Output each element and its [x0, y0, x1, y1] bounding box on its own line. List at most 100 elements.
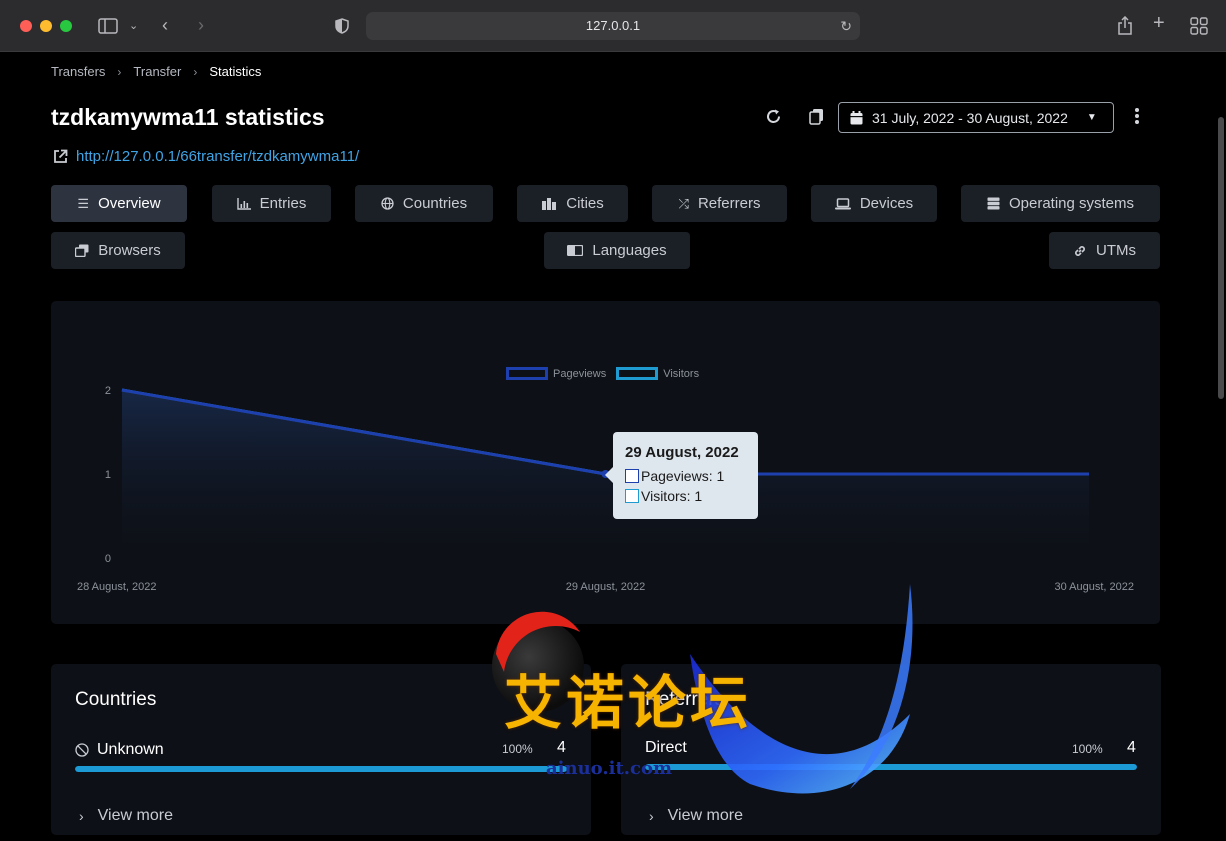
page-title: tzdkamywma11 statistics — [51, 104, 325, 130]
tooltip-row-visitors: Visitors: 1 — [625, 488, 746, 504]
chevron-right-icon: › — [117, 64, 122, 79]
referrers-row-label: Direct — [645, 739, 687, 756]
tab-cities-label: Cities — [566, 195, 604, 212]
tab-cities[interactable]: Cities — [517, 185, 628, 222]
browser-toolbar: ⌄ ‹ › 127.0.0.1 ↻ + — [0, 0, 1226, 52]
countries-progress-fill — [75, 766, 567, 772]
referrers-view-more[interactable]: › View more — [649, 807, 743, 825]
list-icon: ☰ — [77, 195, 90, 211]
back-icon[interactable]: ‹ — [162, 16, 168, 34]
countries-row-label: Unknown — [97, 741, 164, 758]
breadcrumb: Transfers › Transfer › Statistics — [51, 64, 261, 79]
referrers-progress-fill — [645, 764, 1137, 770]
countries-count: 4 — [557, 739, 566, 756]
referrers-card: Referrers Direct 100% 4 › View more — [621, 664, 1161, 835]
transfer-link[interactable]: http://127.0.0.1/66transfer/tzdkamywma11… — [53, 148, 359, 165]
shuffle-icon: ⤮ — [678, 195, 689, 211]
chevron-right-icon: › — [649, 808, 654, 824]
tooltip-swatch-pageviews — [625, 469, 639, 483]
calendar-icon — [850, 110, 863, 124]
shield-icon[interactable] — [335, 18, 349, 38]
language-icon — [567, 245, 584, 256]
countries-progress-bar — [75, 766, 567, 772]
countries-row[interactable]: Unknown — [75, 741, 164, 759]
copy-icon[interactable] — [809, 108, 824, 130]
x-tick-label: 29 August, 2022 — [566, 581, 646, 593]
more-options-icon[interactable] — [1134, 107, 1140, 130]
new-tab-icon[interactable]: + — [1153, 13, 1165, 33]
date-range-button[interactable]: 31 July, 2022 - 30 August, 2022 ▼ — [838, 102, 1114, 133]
sidebar-toggle-icon[interactable] — [98, 18, 118, 38]
address-bar[interactable]: 127.0.0.1 ↻ — [366, 12, 860, 40]
maximize-window-button[interactable] — [60, 20, 72, 32]
countries-percent: 100% — [502, 742, 533, 756]
share-icon[interactable] — [1117, 15, 1133, 40]
tooltip-row-pageviews: Pageviews: 1 — [625, 468, 746, 484]
refresh-icon[interactable] — [765, 108, 782, 130]
y-tick-label: 1 — [105, 469, 111, 481]
unknown-flag-icon — [75, 743, 89, 757]
tooltip-visitors-text: Visitors: 1 — [641, 488, 703, 504]
tab-devices[interactable]: Devices — [811, 185, 937, 222]
line-chart: 0 1 2 28 August, 2022 29 August, 2022 30 Augu… — [77, 385, 1134, 593]
tab-referrers-label: Referrers — [697, 195, 761, 212]
tooltip-arrow — [605, 467, 613, 483]
tab-utms[interactable]: UTMs — [1049, 232, 1160, 269]
tab-referrers[interactable]: ⤮ Referrers — [652, 185, 787, 222]
referrers-title: Referrers — [645, 689, 725, 710]
referrers-progress-bar — [645, 764, 1137, 770]
referrers-row[interactable]: Direct — [645, 739, 687, 757]
server-icon — [987, 197, 1000, 210]
link-icon — [1075, 245, 1085, 256]
minimize-window-button[interactable] — [40, 20, 52, 32]
tab-entries[interactable]: Entries — [212, 185, 331, 222]
tab-overview-icon[interactable] — [1190, 17, 1208, 39]
x-tick-label: 30 August, 2022 — [1054, 581, 1134, 593]
forward-icon[interactable]: › — [198, 16, 204, 34]
tooltip-pageviews-text: Pageviews: 1 — [641, 468, 725, 484]
caret-down-icon: ▼ — [1086, 112, 1097, 123]
page-content: Transfers › Transfer › Statistics tzdkam… — [0, 52, 1226, 841]
referrers-percent: 100% — [1072, 742, 1103, 756]
tab-countries-label: Countries — [402, 195, 468, 212]
y-tick-label: 2 — [105, 385, 111, 397]
y-tick-label: 0 — [105, 553, 111, 565]
transfer-link-text[interactable]: http://127.0.0.1/66transfer/tzdkamywma11… — [76, 148, 359, 165]
tab-devices-label: Devices — [859, 195, 914, 212]
chevron-down-icon[interactable]: ⌄ — [129, 18, 138, 34]
tab-entries-label: Entries — [259, 195, 307, 212]
tab-overview-label: Overview — [98, 195, 161, 212]
countries-card: Countries Unknown 100% 4 › View more — [51, 664, 591, 835]
bar-chart-icon — [236, 197, 251, 210]
tooltip-title: 29 August, 2022 — [625, 444, 739, 461]
close-window-button[interactable] — [20, 20, 32, 32]
page-scrollbar[interactable] — [1218, 117, 1224, 399]
external-link-icon — [54, 149, 68, 163]
city-icon — [542, 198, 557, 210]
breadcrumb-transfers[interactable]: Transfers — [51, 64, 105, 79]
windows-icon — [75, 244, 89, 257]
x-tick-label: 28 August, 2022 — [77, 581, 157, 593]
countries-title: Countries — [75, 689, 157, 710]
breadcrumb-statistics: Statistics — [209, 64, 262, 79]
tab-languages-label: Languages — [592, 242, 667, 259]
url-text: 127.0.0.1 — [585, 18, 641, 33]
tab-browsers-label: Browsers — [98, 242, 161, 259]
chart-tooltip: 29 August, 2022 Pageviews: 1 Visitors: 1 — [613, 432, 758, 519]
chevron-right-icon: › — [193, 64, 198, 79]
tab-overview[interactable]: ☰ Overview — [51, 185, 187, 222]
chevron-right-icon: › — [79, 808, 84, 824]
tab-countries[interactable]: Countries — [355, 185, 493, 222]
tab-browsers[interactable]: Browsers — [51, 232, 185, 269]
referrers-view-more-label: View more — [667, 807, 743, 824]
countries-view-more[interactable]: › View more — [79, 807, 173, 825]
tab-operating-systems[interactable]: Operating systems — [961, 185, 1160, 222]
breadcrumb-transfer[interactable]: Transfer — [133, 64, 181, 79]
chart-card: Pageviews Visitors 0 1 2 28 August, 2022 29 … — [51, 301, 1160, 624]
tab-languages[interactable]: Languages — [544, 232, 690, 269]
referrers-count: 4 — [1127, 739, 1136, 756]
reload-icon[interactable]: ↻ — [840, 12, 852, 40]
laptop-icon — [834, 197, 851, 209]
tooltip-swatch-visitors — [625, 489, 639, 503]
tab-utms-label: UTMs — [1096, 242, 1136, 259]
